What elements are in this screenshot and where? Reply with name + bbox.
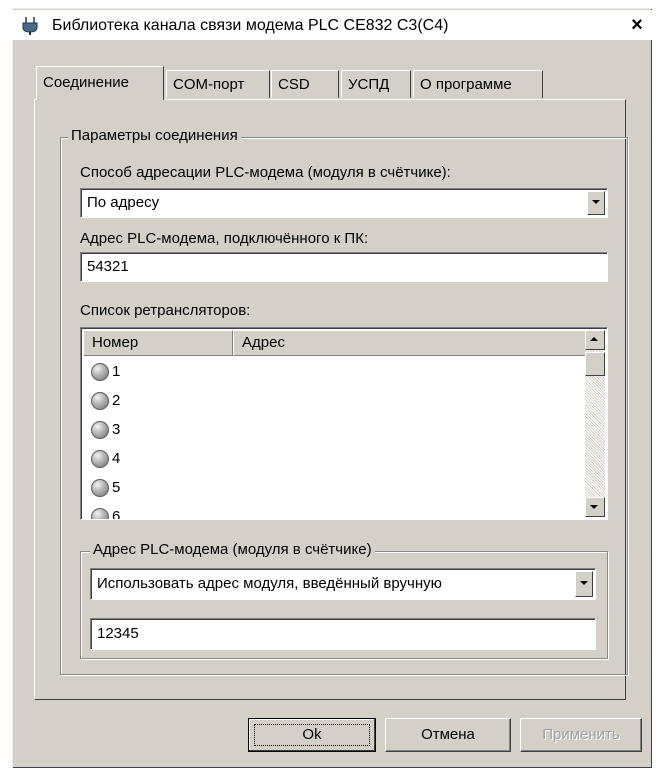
chevron-down-icon: [580, 581, 588, 585]
addressing-method-label: Способ адресации PLC-модема (модуля в сч…: [80, 164, 451, 181]
gray-led-icon: [91, 363, 109, 382]
module-address-mode-value: Использовать адрес модуля, введённый вру…: [97, 575, 442, 592]
tab-csd[interactable]: CSD: [271, 70, 339, 98]
ok-button[interactable]: Ok: [248, 718, 376, 752]
module-address-input[interactable]: 12345: [90, 618, 596, 650]
gray-led-icon: [91, 508, 109, 519]
list-item[interactable]: 6: [91, 503, 120, 519]
column-number-header[interactable]: Номер: [83, 330, 233, 356]
repeaters-list-header: Номер Адрес: [83, 330, 587, 356]
title-bar: Библиотека канала связи модема PLC CE832…: [12, 10, 652, 40]
window-title: Библиотека канала связи модема PLC CE832…: [52, 17, 449, 34]
gray-led-icon: [91, 479, 109, 498]
chevron-up-icon: [590, 337, 598, 341]
module-address-title: Адрес PLC-модема (модуля в счётчике): [90, 541, 375, 558]
list-item[interactable]: 2: [91, 387, 120, 415]
chevron-down-icon: [590, 505, 598, 509]
tab-uspd[interactable]: УСПД: [341, 70, 411, 98]
scroll-thumb[interactable]: [585, 352, 605, 376]
gray-led-icon: [91, 450, 109, 469]
pc-modem-address-input[interactable]: 54321: [80, 252, 608, 282]
scroll-down-button[interactable]: [585, 497, 605, 517]
addressing-method-select[interactable]: По адресу: [80, 188, 608, 218]
addressing-method-dropdown-button[interactable]: [587, 191, 605, 215]
scroll-up-button[interactable]: [585, 330, 605, 350]
gray-led-icon: [91, 392, 109, 411]
apply-button[interactable]: Применить: [520, 718, 642, 752]
repeaters-label: Список ретрансляторов:: [80, 302, 251, 319]
list-item[interactable]: 1: [91, 358, 120, 386]
cancel-button[interactable]: Отмена: [385, 718, 511, 752]
repeaters-list[interactable]: Номер Адрес 1 2 3 4 5 6: [80, 327, 608, 520]
list-item[interactable]: 3: [91, 416, 120, 444]
column-address-header[interactable]: Адрес: [233, 330, 587, 356]
list-item[interactable]: 4: [91, 445, 120, 473]
module-address-mode-dropdown-button[interactable]: [575, 571, 593, 597]
tab-com-port[interactable]: COM-порт: [166, 70, 270, 98]
module-address-mode-select[interactable]: Использовать адрес модуля, введённый вру…: [90, 568, 596, 600]
plug-icon: [20, 16, 40, 36]
repeaters-scrollbar[interactable]: [585, 330, 605, 517]
list-item[interactable]: 5: [91, 474, 120, 502]
pc-modem-address-label: Адрес PLC-модема, подключённого к ПК:: [80, 230, 369, 247]
tab-connection[interactable]: Соединение: [36, 66, 164, 100]
connection-params-title: Параметры соединения: [68, 127, 241, 144]
addressing-method-value: По адресу: [87, 194, 160, 211]
chevron-down-icon: [592, 200, 600, 204]
focus-rectangle: [254, 724, 370, 746]
close-button[interactable]: ×: [626, 14, 648, 36]
gray-led-icon: [91, 421, 109, 440]
tab-about[interactable]: О программе: [413, 70, 543, 98]
